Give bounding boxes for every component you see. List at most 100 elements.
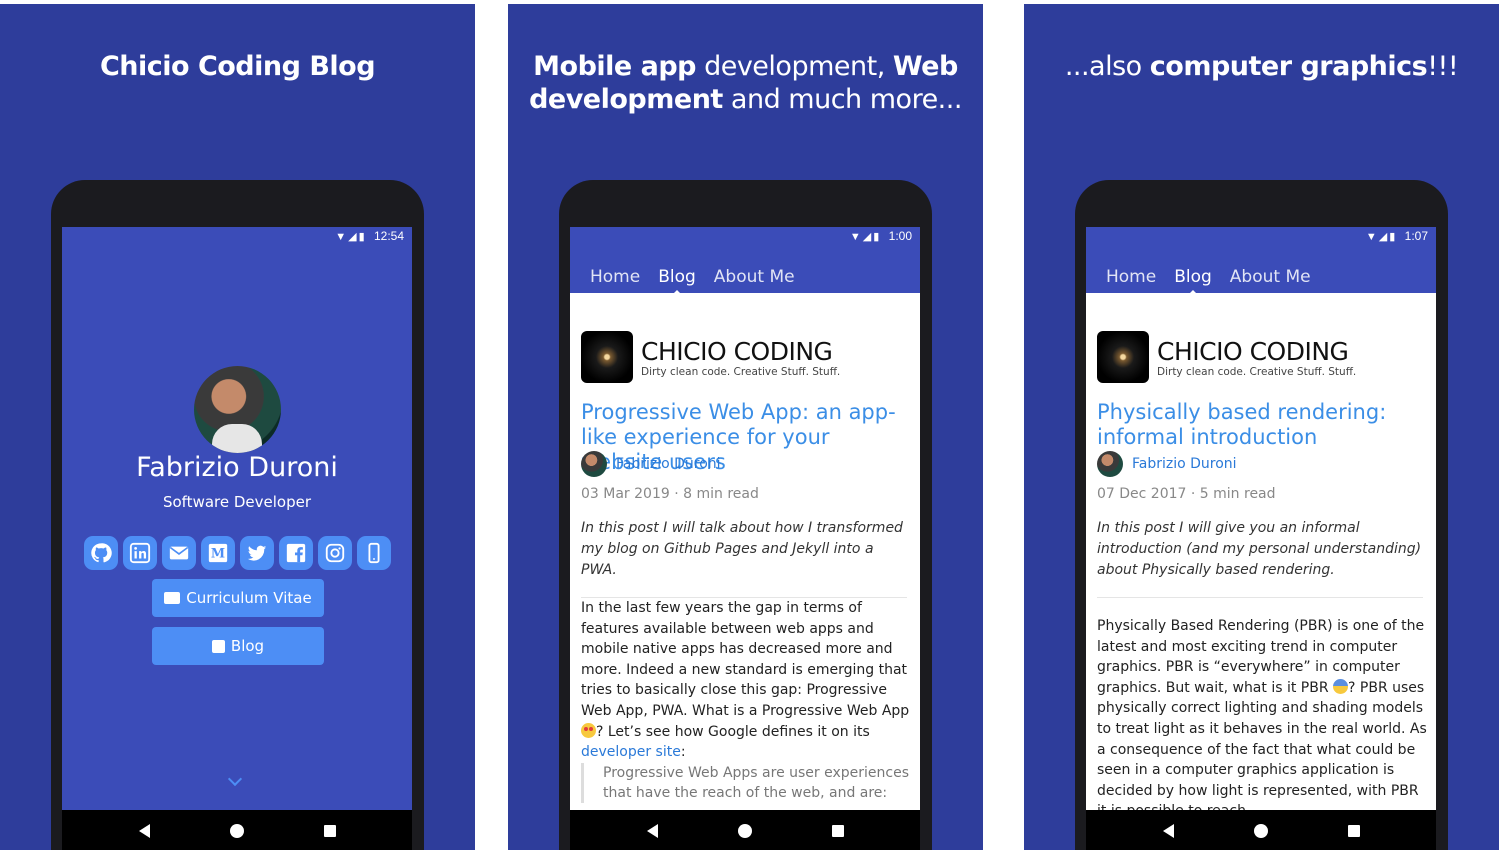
panel-headline: Chicio Coding Blog — [0, 50, 475, 83]
status-time: 1:00 — [888, 229, 912, 243]
body-text: ? PBR uses physically correct lighting a… — [1097, 679, 1427, 810]
back-icon[interactable] — [1162, 824, 1174, 838]
blockquote: Progressive Web Apps are user experience… — [581, 763, 911, 803]
headline-part: !!! — [1427, 51, 1459, 82]
medium-letter: M — [211, 547, 225, 562]
instagram-icon[interactable] — [318, 536, 352, 570]
app-bar: ▼◢▮ 1:00 Home Blog About Me — [570, 227, 920, 296]
status-bar: ▼◢▮ 1:00 — [570, 227, 920, 245]
back-icon[interactable] — [138, 824, 150, 838]
body-text: In the last few years the gap in terms o… — [581, 600, 910, 719]
galaxy-logo-icon — [581, 331, 633, 383]
home-icon[interactable] — [229, 824, 244, 838]
panel-headline: Mobile app development, Web development … — [508, 50, 983, 116]
panel-headline: ...also computer graphics!!! — [1024, 50, 1499, 83]
post-meta: 07 Dec 2017 · 5 min read — [1097, 486, 1276, 502]
signal-battery-icon: ▼◢▮ — [1365, 231, 1398, 243]
screenshot-panel-blog-pwa: Mobile app development, Web development … — [508, 4, 983, 850]
back-icon[interactable] — [646, 824, 658, 838]
headline-part: ...also — [1064, 51, 1150, 82]
body-text: : — [680, 744, 686, 761]
signal-battery-icon: ▼◢▮ — [335, 231, 367, 243]
blog-logo[interactable]: CHICIO CODING Dirty clean code. Creative… — [1097, 331, 1356, 383]
medium-icon[interactable]: M — [201, 536, 235, 570]
tab-about-me[interactable]: About Me — [714, 267, 795, 287]
phone-frame: ▼◢▮ 1:00 Home Blog About Me CHICIO CODIN… — [559, 180, 932, 850]
chevron-down-icon[interactable] — [227, 771, 243, 787]
github-icon[interactable] — [84, 536, 118, 570]
post-body: Physically Based Rendering (PBR) is one … — [1097, 616, 1427, 810]
post-title[interactable]: Physically based rendering: informal int… — [1097, 400, 1427, 450]
cv-button-label: Curriculum Vitae — [186, 589, 312, 607]
developer-site-link[interactable]: developer site — [581, 744, 681, 760]
author-name[interactable]: Fabrizio Duroni — [1132, 456, 1237, 472]
twitter-icon[interactable] — [240, 536, 274, 570]
tab-home[interactable]: Home — [1106, 267, 1156, 287]
blog-button[interactable]: Blog — [152, 627, 324, 665]
tab-blog[interactable]: Blog — [1174, 267, 1212, 296]
author-avatar — [581, 451, 607, 477]
home-icon[interactable] — [737, 824, 752, 838]
post-excerpt: In this post I will talk about how I tra… — [581, 518, 907, 598]
app-bar: ▼◢▮ 1:07 Home Blog About Me — [1086, 227, 1436, 296]
tab-blog[interactable]: Blog — [658, 267, 696, 296]
headline-part: Mobile app — [533, 51, 696, 82]
screenshot-panel-home: Chicio Coding Blog ▼◢▮ 12:54 Fabrizio Du… — [0, 4, 475, 850]
headline-part: and much more... — [722, 84, 963, 115]
facebook-icon[interactable] — [279, 536, 313, 570]
recents-icon[interactable] — [831, 825, 844, 837]
body-text: ? Let’s see how Google defines it on its — [596, 723, 870, 740]
screenshot-panel-blog-pbr: ...also computer graphics!!! ▼◢▮ 1:07 Ho… — [1024, 4, 1499, 850]
author-row[interactable]: Fabrizio Duroni — [581, 451, 721, 477]
tab-about-me[interactable]: About Me — [1230, 267, 1311, 287]
headline-part: Chicio Coding Blog — [99, 51, 376, 82]
post-content: CHICIO CODING Dirty clean code. Creative… — [1097, 293, 1427, 810]
post-body: In the last few years the gap in terms o… — [581, 598, 911, 763]
social-links: M — [84, 536, 391, 570]
phone-screen: ▼◢▮ 1:00 Home Blog About Me CHICIO CODIN… — [570, 227, 920, 810]
logo-title: CHICIO CODING — [641, 336, 833, 366]
headline-part: development, — [696, 51, 893, 82]
status-bar: ▼◢▮ 12:54 — [62, 227, 412, 245]
email-icon[interactable] — [162, 536, 196, 570]
logo-subtitle: Dirty clean code. Creative Stuff. Stuff. — [1157, 365, 1357, 378]
phone-screen: ▼◢▮ 1:07 Home Blog About Me CHICIO CODIN… — [1086, 227, 1436, 810]
status-bar: ▼◢▮ 1:07 — [1086, 227, 1436, 245]
galaxy-logo-icon — [1097, 331, 1149, 383]
tab-home[interactable]: Home — [590, 267, 640, 287]
heart-eyes-emoji-icon — [581, 722, 596, 738]
blog-logo[interactable]: CHICIO CODING Dirty clean code. Creative… — [581, 331, 840, 383]
recents-icon[interactable] — [323, 825, 336, 837]
author-row[interactable]: Fabrizio Duroni — [1097, 451, 1237, 477]
blog-button-label: Blog — [230, 637, 265, 655]
profile-name: Fabrizio Duroni — [136, 452, 338, 483]
android-nav-bar — [1086, 810, 1436, 850]
author-avatar — [1097, 451, 1123, 477]
linkedin-icon[interactable] — [123, 536, 157, 570]
author-name[interactable]: Fabrizio Duroni — [616, 456, 721, 472]
post-meta: 03 Mar 2019 · 8 min read — [581, 486, 759, 502]
profile-role: Software Developer — [162, 493, 312, 511]
logo-title: CHICIO CODING — [1157, 336, 1349, 366]
android-nav-bar — [62, 810, 412, 850]
status-time: 12:54 — [373, 229, 404, 243]
phone-frame: ▼◢▮ 1:07 Home Blog About Me CHICIO CODIN… — [1075, 180, 1448, 850]
post-content: CHICIO CODING Dirty clean code. Creative… — [581, 293, 911, 810]
recents-icon[interactable] — [1347, 825, 1360, 837]
edit-icon — [211, 639, 225, 653]
id-card-icon — [164, 592, 181, 604]
logo-subtitle: Dirty clean code. Creative Stuff. Stuff. — [641, 365, 841, 378]
android-nav-bar — [570, 810, 920, 850]
home-icon[interactable] — [1253, 824, 1268, 838]
nav-tabs: Home Blog About Me — [1106, 267, 1311, 296]
curriculum-vitae-button[interactable]: Curriculum Vitae — [152, 579, 324, 617]
mobile-icon[interactable] — [357, 536, 391, 570]
fearful-face-emoji-icon — [1333, 678, 1349, 694]
post-excerpt: In this post I will give you an informal… — [1097, 518, 1423, 598]
phone-screen: ▼◢▮ 12:54 Fabrizio Duroni Software Devel… — [62, 227, 412, 810]
headline-part: computer graphics — [1149, 51, 1428, 82]
phone-frame: ▼◢▮ 12:54 Fabrizio Duroni Software Devel… — [51, 180, 424, 850]
avatar — [194, 366, 281, 453]
status-time: 1:07 — [1404, 229, 1428, 243]
signal-battery-icon: ▼◢▮ — [849, 231, 882, 243]
